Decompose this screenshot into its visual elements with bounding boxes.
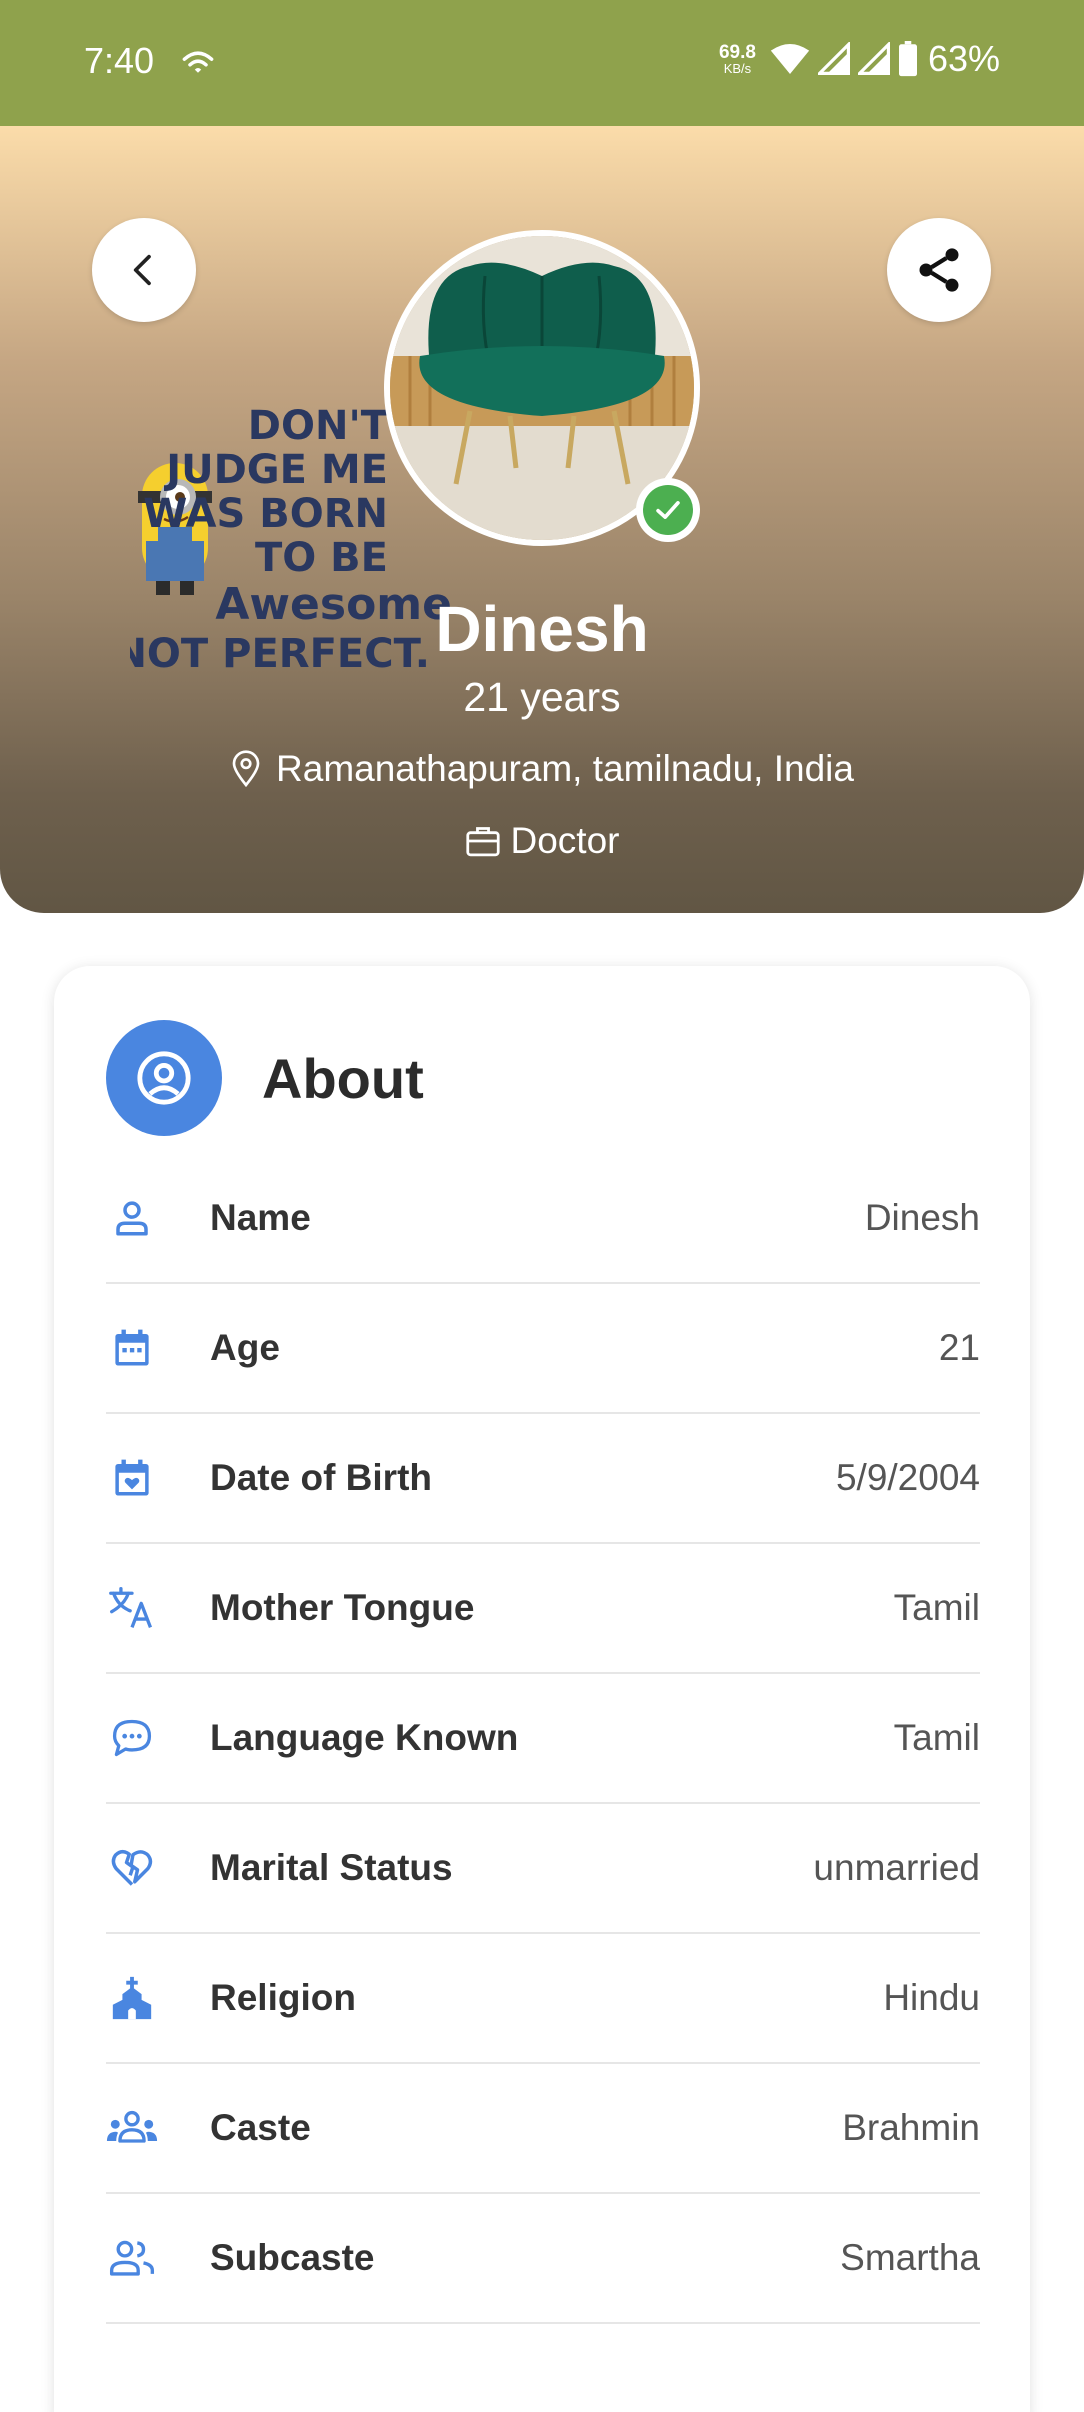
row-label: Mother Tongue [210,1587,475,1628]
profile-name: Dinesh [435,593,649,665]
profile-header: DON'T JUDGE ME I WAS BORN TO BE Awesome … [0,126,1084,913]
wifi-full-icon [770,44,810,74]
profile-location-text: Ramanathapuram, tamilnadu, India [276,748,854,789]
about-badge [106,1020,222,1136]
back-button[interactable] [92,218,196,322]
row-value: unmarried [813,1847,980,1888]
about-title: About [262,1046,424,1110]
row-label: Caste [210,2107,311,2148]
verified-badge [636,478,700,542]
status-bar: 7:40 69.8 KB/s 63% [0,0,1084,126]
signal-2-icon [857,42,890,75]
row-value: Brahmin [842,2107,980,2148]
account-circle-icon [137,1051,191,1105]
row-label: Marital Status [210,1847,453,1888]
broken-heart-icon [111,1849,153,1886]
battery-percent: 63% [927,38,1000,79]
row-label: Language Known [210,1717,519,1758]
profile-profession-text: Doctor [510,820,620,861]
battery-icon [898,41,917,77]
about-row-age: Age 21 [106,1284,980,1414]
row-value: Tamil [893,1587,980,1628]
row-value: Dinesh [864,1197,980,1238]
about-list: Name Dinesh Age 21 Date of Birth 5/9/200… [106,1154,980,2324]
artwork-line-4: TO BE [255,535,388,581]
about-row-name: Name Dinesh [106,1154,980,1284]
briefcase-icon [465,827,500,857]
church-icon [112,1976,152,2020]
calendar-heart-icon [115,1459,149,1496]
share-button[interactable] [887,218,991,322]
translate-icon [109,1586,153,1628]
about-row-dob: Date of Birth 5/9/2004 [106,1414,980,1544]
row-value: 5/9/2004 [835,1457,980,1498]
about-row-mother-tongue: Mother Tongue Tamil [106,1544,980,1674]
row-value: Tamil [893,1717,980,1758]
row-label: Date of Birth [210,1457,432,1498]
row-label: Age [210,1327,280,1368]
chevron-left-icon [133,254,151,286]
about-row-marital-status: Marital Status unmarried [106,1804,980,1934]
check-icon [656,501,680,519]
wifi-icon [182,51,214,73]
about-header: About [106,1020,424,1136]
row-label: Subcaste [210,2237,375,2278]
signal-icon [817,42,850,75]
network-speed: 69.8 KB/s [718,42,756,76]
artwork-line-2: JUDGE ME [163,447,388,493]
about-row-subcaste: Subcaste Smartha [106,2194,980,2324]
groups-icon [106,2110,158,2143]
row-value: Smartha [840,2237,980,2278]
row-value: 21 [938,1327,980,1368]
row-value: Hindu [883,1977,980,2018]
artwork-line-3: I WAS BORN [130,491,388,537]
profile-age: 21 years [463,674,621,720]
about-card: About Name Dinesh Age 21 Date of Birth 5… [54,966,1030,2412]
row-label: Name [210,1197,311,1238]
status-time: 7:40 [84,40,155,81]
share-icon [919,248,959,292]
person-icon [116,1201,148,1236]
people-icon [109,2240,155,2276]
chat-bubble-icon [112,1719,152,1757]
about-row-language-known: Language Known Tamil [106,1674,980,1804]
about-row-caste: Caste Brahmin [106,2064,980,2194]
calendar-icon [115,1329,149,1366]
profile-location: Ramanathapuram, tamilnadu, India [0,748,1084,790]
row-label: Religion [210,1977,356,2018]
artwork-line-1: DON'T [248,403,389,449]
profile-profession: Doctor [0,820,1084,862]
location-pin-icon [232,750,260,788]
about-row-religion: Religion Hindu [106,1934,980,2064]
